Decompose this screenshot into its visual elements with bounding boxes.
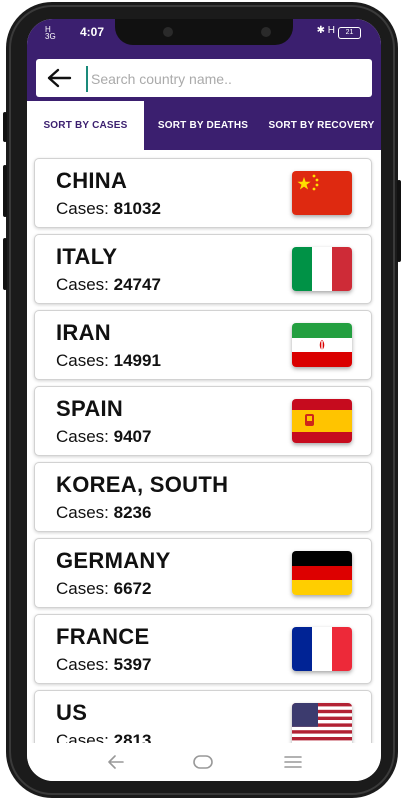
tab-sort-by-deaths[interactable]: SORT BY DEATHS xyxy=(144,101,262,150)
country-card[interactable]: US Cases: 2813 xyxy=(34,690,372,743)
clock: 4:07 xyxy=(80,25,105,39)
country-card[interactable]: GERMANY Cases: 6672 xyxy=(34,538,372,608)
case-count: Cases: 2813 xyxy=(56,731,151,743)
cases-label: Cases: xyxy=(56,427,114,446)
country-card[interactable]: IRAN Cases: 14991 xyxy=(34,310,372,380)
network-type: H xyxy=(327,25,335,36)
country-name: ITALY xyxy=(56,244,118,269)
country-name: IRAN xyxy=(56,320,111,345)
cases-label: Cases: xyxy=(56,655,114,674)
spain-flag-icon xyxy=(292,399,352,443)
case-count: Cases: 6672 xyxy=(56,579,151,599)
case-value: 14991 xyxy=(113,351,161,370)
back-nav-icon[interactable] xyxy=(105,753,125,771)
country-card[interactable]: KOREA, SOUTH Cases: 8236 xyxy=(34,462,372,532)
app-header: H 3G 4:07 ✱ H 21 SORT BY CASES SORT BY D… xyxy=(27,19,381,150)
volume-button xyxy=(3,238,7,290)
country-name: FRANCE xyxy=(56,624,150,649)
status-bar: H 3G 4:07 ✱ H 21 xyxy=(27,19,381,47)
network-indicator: H 3G xyxy=(45,26,56,41)
country-card[interactable]: ITALY Cases: 24747 xyxy=(34,234,372,304)
home-nav-icon[interactable] xyxy=(193,753,213,771)
case-count: Cases: 81032 xyxy=(56,199,161,219)
back-arrow-icon[interactable] xyxy=(46,68,72,88)
system-nav-bar xyxy=(27,743,381,781)
case-value: 8236 xyxy=(113,503,152,522)
france-flag-icon xyxy=(292,627,352,671)
country-card[interactable]: SPAIN Cases: 9407 xyxy=(34,386,372,456)
bluetooth-icon: ✱ xyxy=(316,25,325,36)
tab-sort-by-cases[interactable]: SORT BY CASES xyxy=(27,101,144,150)
case-value: 9407 xyxy=(113,427,152,446)
country-name: KOREA, SOUTH xyxy=(56,472,229,497)
camera-icon xyxy=(163,27,173,37)
iran-flag-icon xyxy=(292,323,352,367)
volume-button xyxy=(3,165,7,217)
case-count: Cases: 5397 xyxy=(56,655,151,675)
case-value: 5397 xyxy=(113,655,152,674)
country-list: CHINA Cases: 81032 ITALY Cases: 24747 IR… xyxy=(27,150,381,743)
cases-label: Cases: xyxy=(56,351,114,370)
country-name: GERMANY xyxy=(56,548,171,573)
case-count: Cases: 14991 xyxy=(56,351,161,371)
sort-tabs: SORT BY CASES SORT BY DEATHS SORT BY REC… xyxy=(27,101,381,150)
china-flag-icon xyxy=(292,171,352,215)
app-screen: H 3G 4:07 ✱ H 21 SORT BY CASES SORT BY D… xyxy=(27,19,381,781)
cases-label: Cases: xyxy=(56,275,114,294)
battery-icon: 21 xyxy=(338,27,361,39)
cases-label: Cases: xyxy=(56,199,114,218)
case-count: Cases: 8236 xyxy=(56,503,151,523)
case-count: Cases: 9407 xyxy=(56,427,151,447)
country-card[interactable]: CHINA Cases: 81032 xyxy=(34,158,372,228)
case-value: 81032 xyxy=(113,199,161,218)
usa-flag-icon xyxy=(292,703,352,743)
network-type: 3G xyxy=(45,32,56,41)
country-name: US xyxy=(56,700,88,725)
country-card[interactable]: FRANCE Cases: 5397 xyxy=(34,614,372,684)
tab-sort-by-recovery[interactable]: SORT BY RECOVERY xyxy=(262,101,381,150)
country-name: CHINA xyxy=(56,168,128,193)
germany-flag-icon xyxy=(292,551,352,595)
status-icons: ✱ H xyxy=(317,25,335,36)
case-count: Cases: 24747 xyxy=(56,275,161,295)
camera-notch xyxy=(115,19,293,45)
cases-label: Cases: xyxy=(56,503,114,522)
case-value: 6672 xyxy=(113,579,152,598)
case-value: 2813 xyxy=(113,731,152,743)
volume-button xyxy=(3,112,7,142)
case-value: 24747 xyxy=(113,275,161,294)
menu-nav-icon[interactable] xyxy=(283,753,303,771)
cases-label: Cases: xyxy=(56,579,114,598)
italy-flag-icon xyxy=(292,247,352,291)
camera-icon xyxy=(261,27,271,37)
cases-label: Cases: xyxy=(56,731,114,743)
search-input[interactable] xyxy=(86,66,363,92)
power-button xyxy=(397,180,401,262)
search-bar xyxy=(36,59,372,97)
country-name: SPAIN xyxy=(56,396,124,421)
